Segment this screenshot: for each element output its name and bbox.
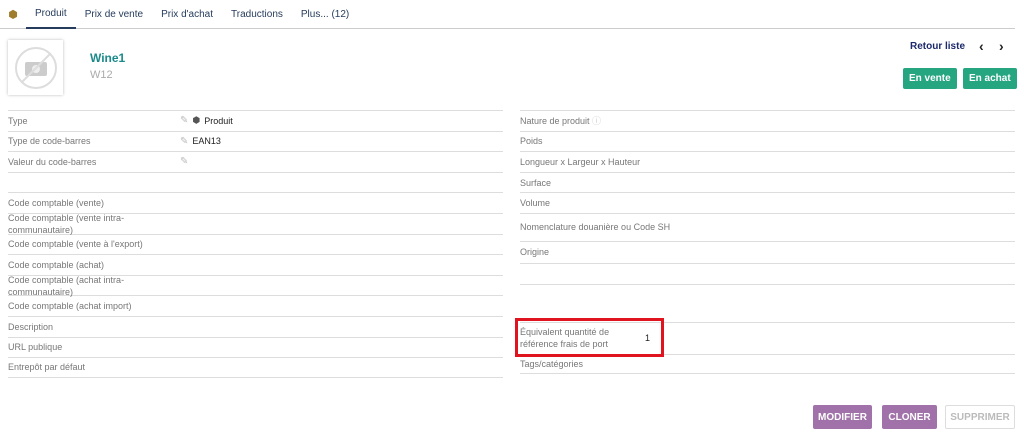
field-row: URL publique (8, 336, 503, 358)
field-label: Type de code-barres (8, 136, 91, 147)
field-label: Origine (520, 247, 550, 258)
field-label: Tags/catégories (520, 358, 584, 369)
field-value-text: EAN13 (192, 136, 221, 147)
product-label: W12 (90, 69, 113, 81)
field-label: Code comptable (vente intra-communautair… (8, 212, 125, 235)
on-buy-badge: En achat (963, 68, 1017, 89)
field-label: Type (8, 115, 28, 126)
field-label: URL publique (8, 342, 63, 353)
field-value-text: Produit (204, 115, 233, 126)
field-row: Type de code-barres ✎ EAN13 (8, 130, 503, 152)
on-sale-badge: En vente (903, 68, 957, 89)
field-row: Code comptable (vente intra-communautair… (8, 212, 503, 235)
field-label: Code comptable (vente) (8, 198, 105, 209)
product-ref: Wine1 (90, 51, 126, 65)
clone-button[interactable]: CLONER (882, 405, 937, 429)
field-row: Code comptable (vente) (8, 192, 503, 213)
edit-pencil-icon[interactable]: ✎ (180, 136, 188, 147)
field-row: Origine (520, 240, 1015, 263)
field-label: Nomenclature douanière ou Code SH (520, 222, 671, 233)
field-label: Volume (520, 198, 551, 209)
field-label: Code comptable (achat import) (8, 301, 132, 312)
field-row: Longueur x Largeur x Hauteur (520, 151, 1015, 172)
tab-buy-price[interactable]: Prix d'achat (152, 0, 222, 29)
field-row (520, 262, 1015, 284)
field-value: ✎ ⬢ Produit (180, 115, 233, 126)
cube-icon: ⬢ (192, 115, 201, 126)
field-label: Nature de produit ⓘ (520, 115, 602, 126)
modify-button[interactable]: MODIFIER (813, 405, 872, 429)
field-row: Code comptable (achat import) (8, 295, 503, 316)
info-icon[interactable]: ⓘ (590, 116, 601, 126)
back-to-list-link[interactable]: Retour liste (910, 41, 965, 52)
field-label: Surface (520, 177, 552, 188)
field-row (8, 171, 503, 193)
field-label: Code comptable (vente à l'export) (8, 239, 143, 250)
product-icon: ⬢ (8, 8, 18, 21)
edit-pencil-icon[interactable]: ✎ (180, 156, 188, 167)
field-row: Description (8, 315, 503, 337)
field-row: Volume (520, 192, 1015, 213)
field-row: Poids (520, 130, 1015, 152)
field-row: Code comptable (vente à l'export) (8, 233, 503, 255)
field-row (520, 283, 1015, 322)
left-fields-table: Type ✎ ⬢ Produit Type de code-barres ✎ EAN13 Va… (8, 110, 503, 378)
field-row: Nomenclature douanière ou Code SH (520, 212, 1015, 241)
field-row: Entrepôt par défaut (8, 357, 503, 378)
highlight-box (515, 318, 664, 357)
field-label: Longueur x Largeur x Hauteur (520, 156, 641, 167)
field-label: Valeur du code-barres (8, 156, 97, 167)
next-icon[interactable]: › (999, 38, 1004, 54)
no-photo-icon (14, 46, 57, 89)
field-label: Description (8, 321, 54, 332)
field-row: Surface (520, 171, 1015, 193)
edit-pencil-icon[interactable]: ✎ (180, 115, 188, 126)
field-row: Type ✎ ⬢ Produit (8, 110, 503, 131)
field-row: Valeur du code-barres ✎ (8, 151, 503, 172)
field-label: Poids (520, 136, 543, 147)
field-value: ✎ (180, 156, 192, 167)
field-label: Entrepôt par défaut (8, 362, 86, 373)
tab-bar: ⬢ Produit Prix de vente Prix d'achat Tra… (0, 0, 1015, 29)
field-row: Code comptable (achat) (8, 254, 503, 275)
delete-button[interactable]: SUPPRIMER (945, 405, 1015, 429)
tab-sell-price[interactable]: Prix de vente (76, 0, 152, 29)
field-label: Code comptable (achat) (8, 259, 105, 270)
tab-more[interactable]: Plus... (12) (292, 0, 358, 29)
field-value: ✎ EAN13 (180, 136, 221, 147)
product-photo-placeholder (8, 40, 63, 95)
tab-translations[interactable]: Traductions (222, 0, 292, 29)
previous-icon[interactable]: ‹ (979, 38, 984, 54)
field-label: Code comptable (achat intra-communautair… (8, 274, 125, 297)
field-row: Nature de produit ⓘ (520, 110, 1015, 131)
tab-product[interactable]: Produit (26, 0, 76, 29)
field-row: Code comptable (achat intra-communautair… (8, 274, 503, 297)
